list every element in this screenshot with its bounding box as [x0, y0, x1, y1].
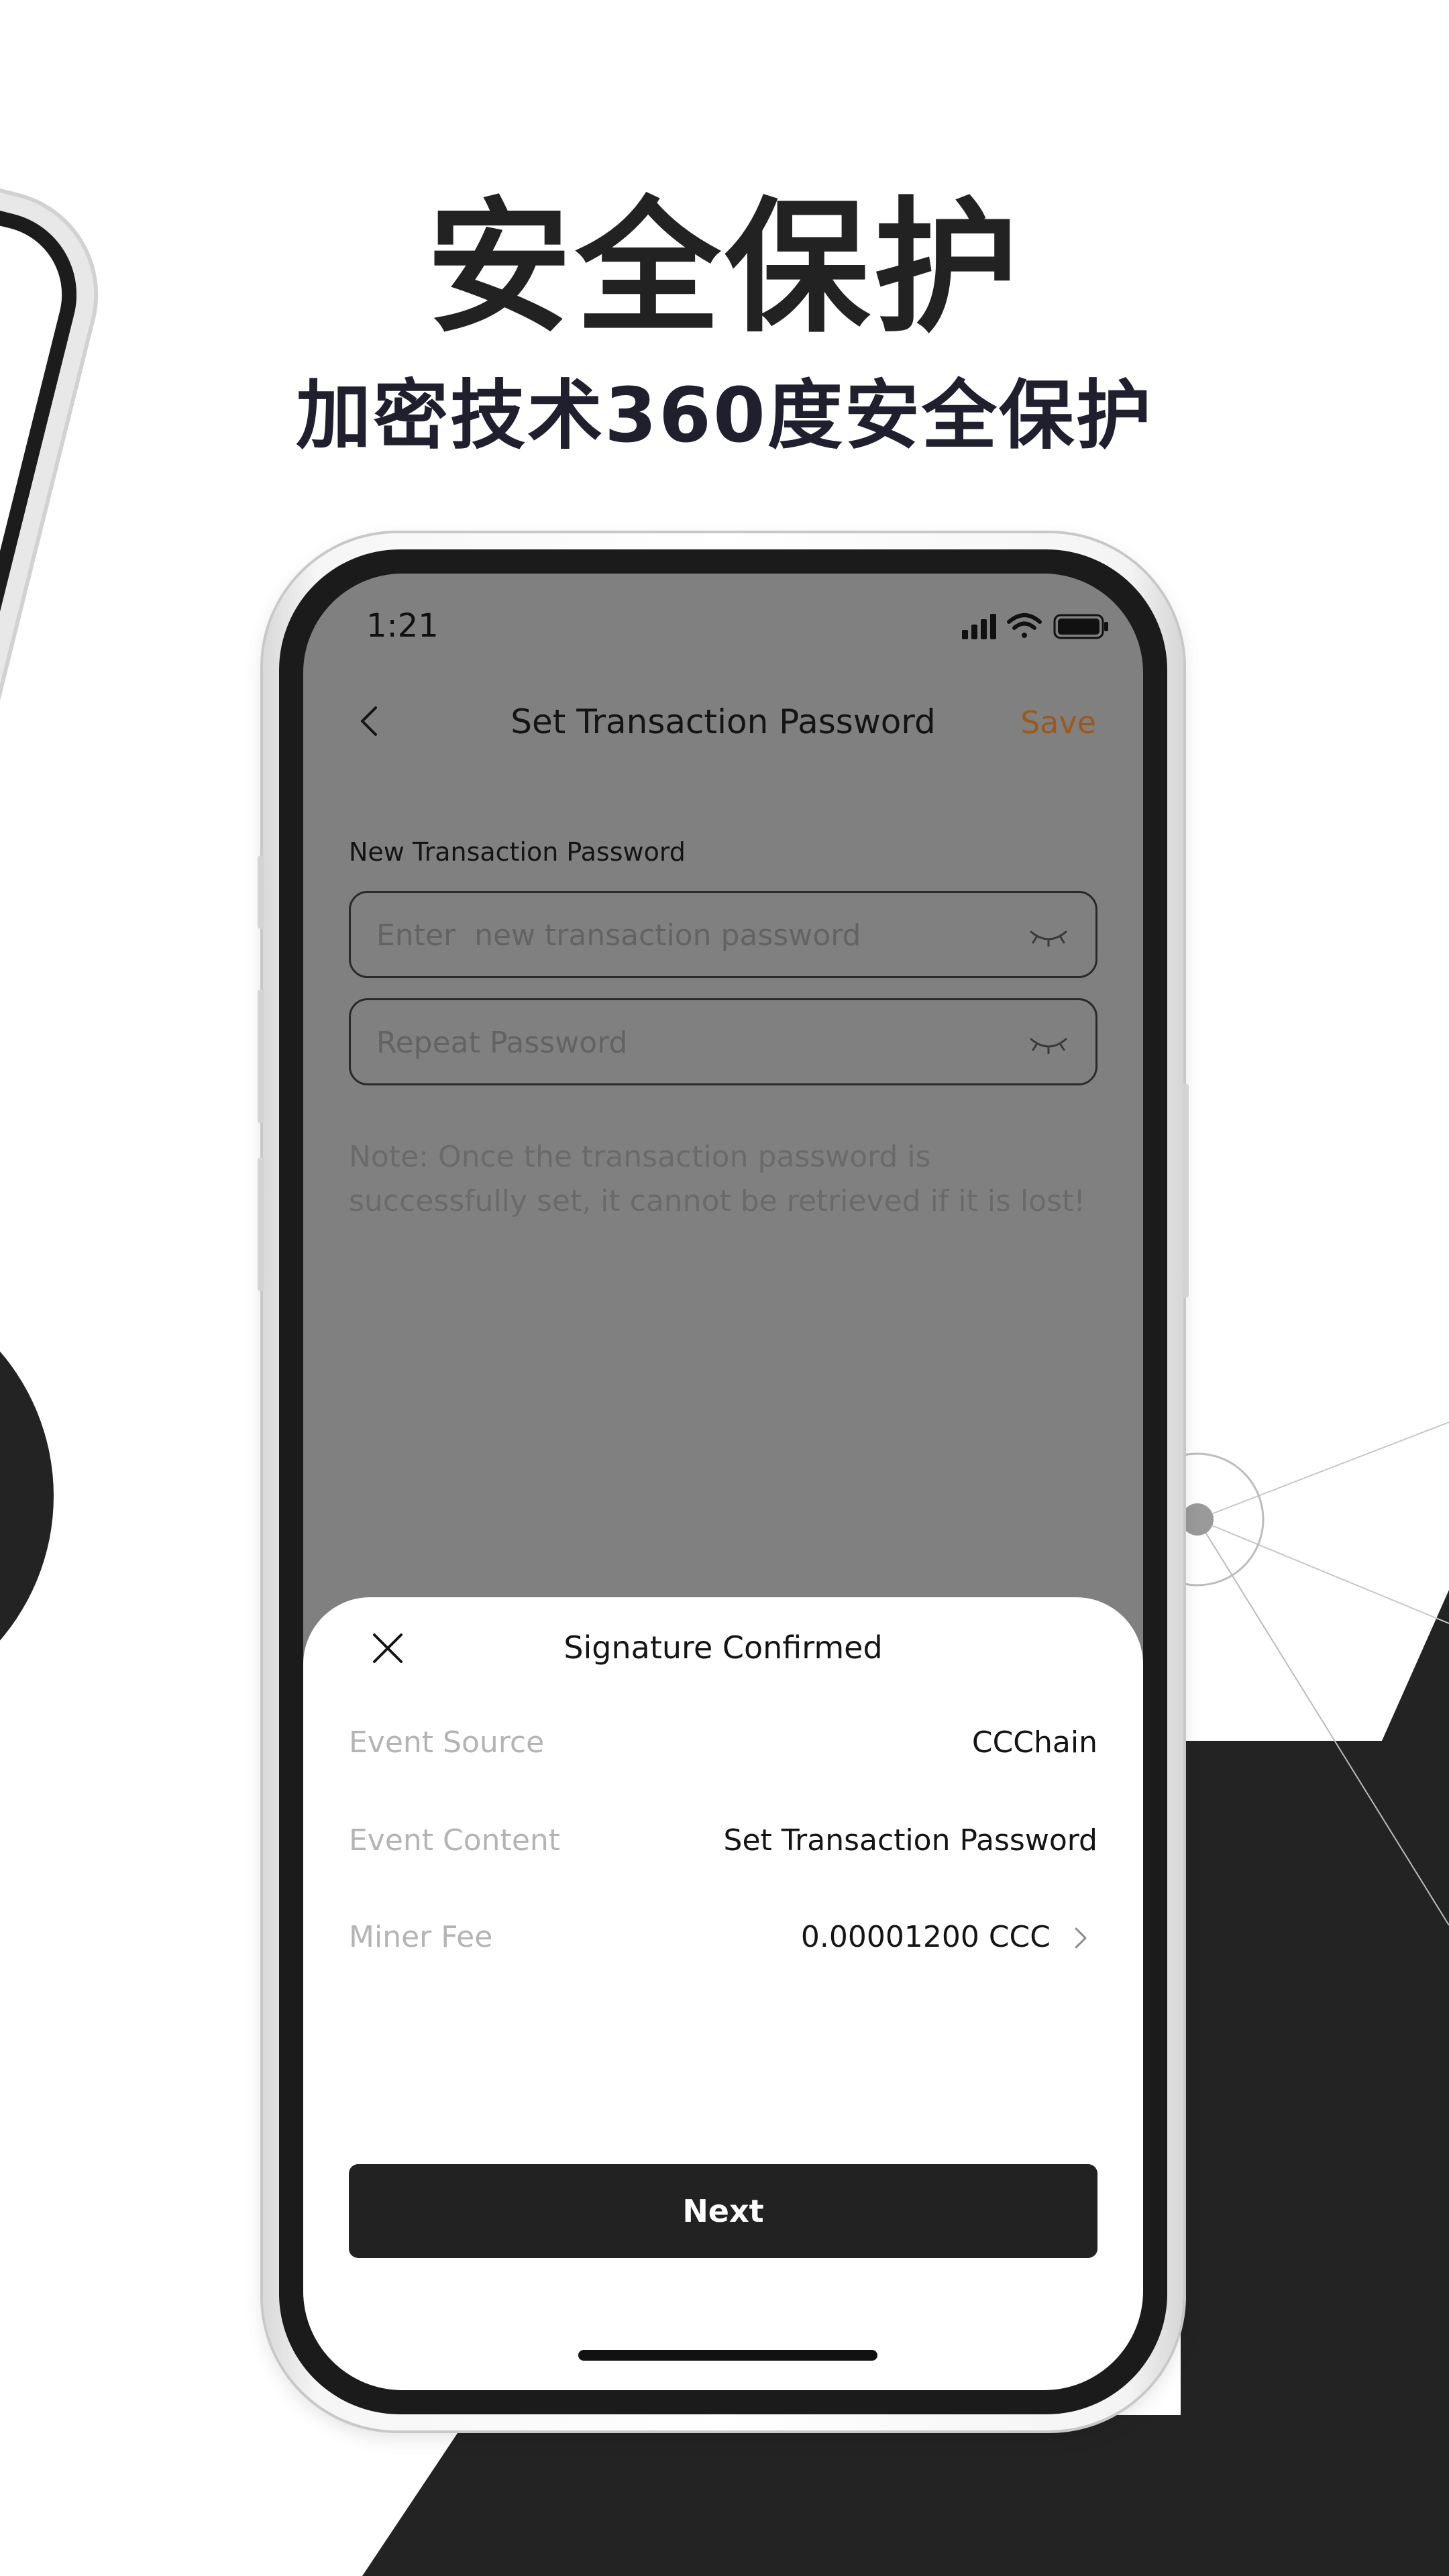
row-label: Miner Fee — [349, 1920, 493, 1954]
repeat-password-input[interactable] — [375, 1000, 981, 1085]
eye-closed-icon[interactable] — [1028, 926, 1069, 947]
password-note: Note: Once the transaction password is s… — [349, 1140, 1085, 1218]
home-indicator — [578, 2350, 877, 2361]
phone-mockup: 1:21 Set Transaction Password Save New T… — [258, 533, 1189, 2430]
chevron-right-icon[interactable] — [1071, 1925, 1091, 1951]
decor-line — [1197, 1519, 1449, 1624]
page-title: Set Transaction Password — [511, 702, 936, 741]
decor-line — [1197, 1421, 1449, 1520]
close-icon[interactable] — [370, 1631, 405, 1666]
signature-sheet: Signature Confirmed Event Source CCChain… — [303, 1597, 1143, 2390]
phone-volume-up — [258, 989, 264, 1124]
new-password-field — [349, 891, 1097, 978]
password-label: New Transaction Password — [349, 837, 686, 867]
event-content-row: Event Content Set Transaction Password — [349, 1819, 1097, 1863]
eye-closed-icon[interactable] — [1028, 1034, 1069, 1054]
status-time: 1:21 — [366, 607, 439, 645]
decor-dot — [1181, 1503, 1214, 1536]
decor-bottom-wedge — [362, 2415, 1181, 2576]
sheet-title: Signature Confirmed — [564, 1629, 883, 1666]
promo-headline: 安全保护 — [426, 184, 1022, 352]
signal-icon — [962, 614, 996, 639]
decor-left-circle — [0, 1351, 54, 1641]
wifi-icon — [1007, 613, 1042, 638]
miner-fee-row[interactable]: Miner Fee 0.00001200 CCC — [349, 1915, 1097, 1960]
decor-right-block — [1181, 1590, 1449, 2576]
event-source-row: Event Source CCChain — [349, 1721, 1097, 1765]
new-password-input[interactable] — [375, 893, 981, 977]
phone-screen: 1:21 Set Transaction Password Save New T… — [303, 574, 1143, 2390]
status-icons — [962, 613, 1108, 639]
battery-icon — [1053, 614, 1108, 639]
repeat-password-field — [349, 998, 1097, 1085]
row-value: Set Transaction Password — [723, 1823, 1097, 1858]
phone-side-button — [258, 855, 264, 929]
row-value: 0.00001200 CCC — [800, 1920, 1051, 1954]
phone-volume-down — [258, 1157, 264, 1291]
phone-power-button — [1182, 1083, 1189, 1298]
save-button[interactable]: Save — [1020, 702, 1096, 743]
row-value: CCChain — [971, 1725, 1097, 1760]
promo-subheadline: 加密技术360度安全保护 — [296, 372, 1153, 460]
next-button[interactable]: Next — [349, 2164, 1097, 2258]
row-label: Event Content — [349, 1823, 561, 1858]
row-label: Event Source — [349, 1725, 545, 1760]
chevron-left-icon[interactable] — [350, 701, 390, 741]
